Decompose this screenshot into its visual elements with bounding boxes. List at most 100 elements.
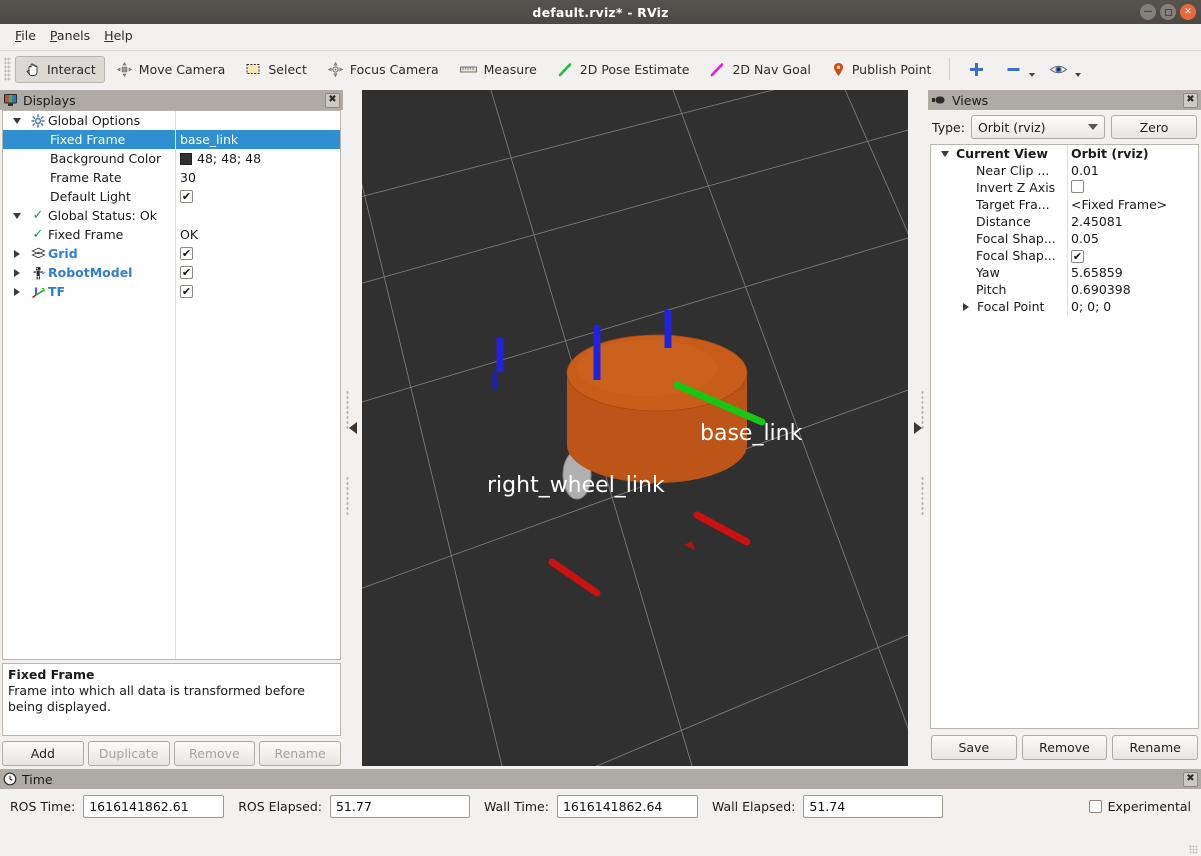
twisty-right-icon[interactable]	[6, 268, 28, 277]
tool-2d-pose-estimate[interactable]: 2D Pose Estimate	[548, 56, 699, 83]
tool-measure[interactable]: Measure	[450, 56, 546, 83]
remove-button[interactable]: Remove	[173, 741, 256, 766]
tool-measure-label: Measure	[483, 61, 537, 77]
tree-row-default-light[interactable]: Default Light ✔	[3, 187, 340, 206]
twisty-down-icon[interactable]	[6, 212, 28, 219]
views-value[interactable]: 0.05	[1067, 231, 1198, 246]
twisty-down-icon[interactable]	[934, 150, 956, 157]
tool-focus-camera[interactable]: Focus Camera	[318, 56, 448, 83]
plus-icon	[968, 61, 985, 78]
tree-row-frame-rate[interactable]: Frame Rate 30	[3, 168, 340, 187]
tree-value-fixed-frame[interactable]: base_link	[180, 132, 238, 147]
duplicate-button[interactable]: Duplicate	[87, 741, 170, 766]
views-row-distance[interactable]: Distance 2.45081	[931, 213, 1198, 230]
magenta-arrow-icon	[709, 61, 726, 78]
add-button[interactable]: Add	[2, 741, 84, 766]
tree-row-status-fixed-frame[interactable]: ✓ Fixed Frame OK	[3, 225, 340, 244]
twisty-right-icon[interactable]	[6, 287, 28, 296]
tree-row-tf[interactable]: TF ✔	[3, 282, 340, 301]
collapse-left-arrow-icon[interactable]	[348, 422, 357, 434]
tree-row-global-status[interactable]: ✓ Global Status: Ok	[3, 206, 340, 225]
grid-enable-checkbox[interactable]: ✔	[180, 247, 193, 260]
tool-publish-point[interactable]: Publish Point	[822, 56, 941, 83]
views-label: Near Clip ...	[976, 163, 1050, 178]
views-row-yaw[interactable]: Yaw 5.65859	[931, 264, 1198, 281]
wall-elapsed-input[interactable]: 51.74	[803, 795, 944, 818]
eye-dropdown-caret-icon[interactable]	[1075, 72, 1082, 77]
zero-button[interactable]: Zero	[1111, 115, 1197, 139]
focal-shape-fixed-checkbox[interactable]: ✔	[1071, 250, 1084, 263]
minimize-button[interactable]: —	[1140, 4, 1156, 20]
tool-visibility-eye[interactable]	[1040, 56, 1084, 83]
tool-move-camera[interactable]: Move Camera	[107, 56, 235, 83]
property-description-body: Frame into which all data is transformed…	[8, 683, 305, 714]
views-row-target-frame[interactable]: Target Fra... <Fixed Frame>	[931, 196, 1198, 213]
rename-button[interactable]: Rename	[259, 741, 341, 766]
view-type-select[interactable]: Orbit (rviz)	[970, 115, 1105, 139]
tool-interact[interactable]: Interact	[15, 55, 105, 83]
views-label: Focal Shap...	[976, 231, 1056, 246]
left-splitter[interactable]	[343, 90, 362, 766]
ros-time-input[interactable]: 1616141862.61	[83, 795, 225, 818]
invert-z-axis-checkbox[interactable]	[1071, 179, 1084, 193]
views-row-near-clip[interactable]: Near Clip ... 0.01	[931, 162, 1198, 179]
close-button[interactable]: ✕	[1180, 4, 1196, 20]
views-row-pitch[interactable]: Pitch 0.690398	[931, 281, 1198, 298]
twisty-right-icon[interactable]	[955, 302, 977, 311]
displays-panel-close-icon[interactable]: ✖	[325, 92, 340, 108]
views-row-current-view[interactable]: Current View Orbit (rviz)	[931, 145, 1198, 162]
render-viewport[interactable]: right_wheel_link base_link	[362, 90, 908, 766]
views-value[interactable]: 2.45081	[1067, 214, 1198, 229]
tree-row-background-color[interactable]: Background Color 48; 48; 48	[3, 149, 340, 168]
remove-view-button[interactable]: Remove	[1021, 735, 1108, 760]
views-row-focal-shape-fixed[interactable]: Focal Shap... ✔	[931, 247, 1198, 264]
experimental-toggle[interactable]: Experimental	[1088, 799, 1191, 814]
views-value[interactable]: <Fixed Frame>	[1067, 197, 1198, 212]
views-row-invert-z-axis[interactable]: Invert Z Axis	[931, 179, 1198, 196]
resize-grip[interactable]	[1189, 845, 1198, 854]
displays-tree[interactable]: Global Options Fixed Frame base_link Bac…	[2, 110, 341, 660]
wall-elapsed-label: Wall Elapsed:	[711, 799, 796, 814]
map-pin-icon	[831, 61, 846, 78]
toolbar-grip[interactable]	[4, 57, 11, 81]
views-tree[interactable]: Current View Orbit (rviz) Near Clip ... …	[930, 144, 1199, 729]
tree-row-grid[interactable]: Grid ✔	[3, 244, 340, 263]
menu-file[interactable]: FFileile	[8, 26, 43, 45]
views-value[interactable]: 0; 0; 0	[1067, 299, 1198, 314]
tree-row-fixed-frame[interactable]: Fixed Frame base_link	[3, 130, 340, 149]
save-view-button[interactable]: Save	[931, 735, 1017, 760]
views-panel-close-icon[interactable]: ✖	[1183, 92, 1198, 108]
tf-enable-checkbox[interactable]: ✔	[180, 285, 193, 298]
tool-2d-nav-goal[interactable]: 2D Nav Goal	[700, 56, 819, 83]
minus-dropdown-caret-icon[interactable]	[1029, 72, 1036, 77]
tool-select-label: Select	[268, 61, 307, 77]
menu-help[interactable]: Help	[97, 26, 140, 45]
views-row-focal-shape-size[interactable]: Focal Shap... 0.05	[931, 230, 1198, 247]
views-row-focal-point[interactable]: Focal Point 0; 0; 0	[931, 298, 1198, 315]
twisty-down-icon[interactable]	[6, 117, 28, 124]
menu-panels[interactable]: Panels	[43, 26, 97, 45]
rename-view-button[interactable]: Rename	[1112, 735, 1199, 760]
twisty-right-icon[interactable]	[6, 249, 28, 258]
tree-row-robotmodel[interactable]: RobotModel ✔	[3, 263, 340, 282]
views-value[interactable]: 5.65859	[1067, 265, 1198, 280]
tree-row-global-options[interactable]: Global Options	[3, 111, 340, 130]
tree-column-divider	[175, 111, 176, 659]
maximize-button[interactable]	[1160, 4, 1176, 20]
right-splitter[interactable]	[908, 90, 927, 766]
tool-add-plus[interactable]	[959, 56, 994, 83]
views-value[interactable]: 0.01	[1067, 163, 1198, 178]
tree-value-background-color[interactable]: 48; 48; 48	[197, 151, 261, 166]
time-panel-close-icon[interactable]: ✖	[1183, 771, 1198, 787]
ros-elapsed-input[interactable]: 51.77	[329, 795, 470, 818]
tool-remove-minus[interactable]	[996, 56, 1038, 83]
experimental-checkbox[interactable]	[1088, 800, 1102, 813]
wall-time-input[interactable]: 1616141862.64	[556, 795, 698, 818]
default-light-checkbox[interactable]: ✔	[180, 190, 193, 203]
tool-select[interactable]: Select	[236, 56, 316, 83]
views-value[interactable]: 0.690398	[1067, 282, 1198, 297]
tree-value-frame-rate[interactable]: 30	[180, 170, 196, 185]
rviz-window: default.rviz* - RViz — ✕ FFileile Panels…	[0, 0, 1201, 856]
robotmodel-enable-checkbox[interactable]: ✔	[180, 266, 193, 279]
views-value: Orbit (rviz)	[1071, 146, 1149, 161]
